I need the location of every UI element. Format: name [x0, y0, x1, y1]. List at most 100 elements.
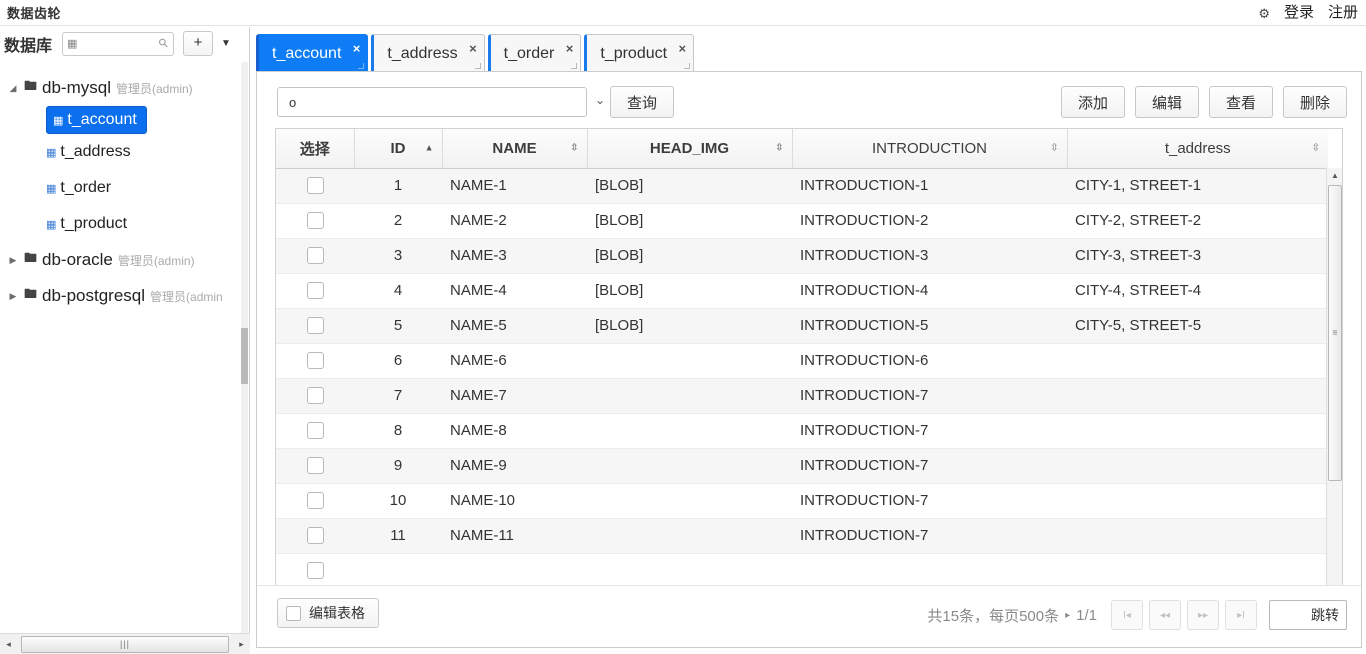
row-checkbox-cell[interactable]	[276, 448, 354, 484]
close-icon[interactable]: ×	[469, 42, 477, 55]
search-icon[interactable]: ⚲	[156, 34, 172, 50]
tree-node-t-account[interactable]: ▦ t_account	[46, 106, 147, 134]
row-checkbox-cell[interactable]	[276, 413, 354, 449]
scrollbar-thumb[interactable]: ≡	[1328, 185, 1342, 481]
column-header-head-img[interactable]: HEAD_IMG ⇳	[587, 129, 793, 169]
column-header-id[interactable]: ID ▲	[354, 129, 443, 169]
table-row[interactable]	[276, 553, 1328, 589]
row-checkbox-cell[interactable]	[276, 518, 354, 554]
expand-twisty-icon[interactable]: ▶	[2, 291, 24, 302]
scrollbar-thumb[interactable]: |||	[21, 635, 229, 653]
grid-vertical-scrollbar[interactable]: ▲ ≡ ▼	[1326, 168, 1342, 603]
pagination-caret-icon[interactable]: ▸	[1065, 610, 1070, 621]
tree-node-t-address[interactable]: ▦ t_address	[0, 134, 243, 170]
sort-icon[interactable]: ⇳	[1050, 143, 1058, 153]
sidebar-horizontal-scrollbar[interactable]: ◂ ||| ▸	[0, 633, 250, 654]
tree-node-db-oracle[interactable]: ▶ 🖿 db-oracle 管理员(admin)	[0, 242, 243, 278]
row-checkbox-cell[interactable]	[276, 378, 354, 414]
sort-icon[interactable]: ⇳	[1312, 143, 1320, 153]
prev-page-button[interactable]: ◂◂	[1149, 600, 1181, 630]
tree-node-t-product[interactable]: ▦ t_product	[0, 206, 243, 242]
table-row[interactable]: 7 NAME-7 INTRODUCTION-7	[276, 378, 1328, 414]
row-checkbox[interactable]	[306, 282, 324, 300]
page-jump-input[interactable]	[1270, 601, 1310, 629]
close-icon[interactable]: ×	[678, 42, 686, 55]
sidebar-vertical-scrollbar[interactable]	[241, 62, 248, 647]
table-row[interactable]: 2 NAME-2 [BLOB] INTRODUCTION-2 CITY-2, S…	[276, 203, 1328, 239]
query-search-box[interactable]	[277, 87, 587, 117]
scrollbar-track[interactable]: |||	[17, 635, 233, 654]
query-button[interactable]: 查询	[610, 86, 674, 118]
gear-icon[interactable]: ⚙	[1258, 7, 1270, 20]
database-search[interactable]: ▦ ⚲	[62, 31, 175, 56]
column-header-introduction[interactable]: INTRODUCTION ⇳	[792, 129, 1068, 169]
scrollbar-thumb[interactable]	[241, 328, 248, 384]
chevron-down-icon[interactable]: ▼	[221, 38, 231, 49]
table-row[interactable]: 5 NAME-5 [BLOB] INTRODUCTION-5 CITY-5, S…	[276, 308, 1328, 344]
table-row[interactable]: 4 NAME-4 [BLOB] INTRODUCTION-4 CITY-4, S…	[276, 273, 1328, 309]
table-row[interactable]: 8 NAME-8 INTRODUCTION-7	[276, 413, 1328, 449]
table-row[interactable]: 3 NAME-3 [BLOB] INTRODUCTION-3 CITY-3, S…	[276, 238, 1328, 274]
row-checkbox[interactable]	[306, 317, 324, 335]
row-checkbox-cell[interactable]	[276, 168, 354, 204]
delete-button[interactable]: 删除	[1283, 86, 1347, 118]
edit-button[interactable]: 编辑	[1135, 86, 1199, 118]
sort-icon[interactable]: ⇳	[775, 143, 783, 153]
tree-node-db-mysql[interactable]: ◢ 🖿 db-mysql 管理员(admin)	[0, 70, 243, 106]
first-page-button[interactable]: I◂	[1111, 600, 1143, 630]
row-checkbox[interactable]	[306, 387, 324, 405]
tab-t-address[interactable]: t_address ×	[371, 34, 485, 72]
scroll-right-icon[interactable]: ▸	[233, 635, 250, 654]
last-page-button[interactable]: ▸I	[1225, 600, 1257, 630]
expand-twisty-icon[interactable]: ▶	[2, 255, 24, 266]
chevron-down-icon[interactable]: ⌄	[595, 93, 605, 107]
register-link[interactable]: 注册	[1328, 1, 1358, 22]
tab-t-account[interactable]: t_account ×	[256, 34, 369, 72]
tab-t-product[interactable]: t_product ×	[584, 34, 695, 72]
add-button[interactable]: 添加	[1061, 86, 1125, 118]
close-icon[interactable]: ×	[353, 42, 361, 55]
row-checkbox-cell[interactable]	[276, 553, 354, 589]
column-header-name[interactable]: NAME ⇳	[442, 129, 588, 169]
row-checkbox-cell[interactable]	[276, 483, 354, 519]
sort-ascending-icon[interactable]: ▲	[425, 143, 434, 153]
view-button[interactable]: 查看	[1209, 86, 1273, 118]
tree-node-t-order[interactable]: ▦ t_order	[0, 170, 243, 206]
table-row[interactable]: 9 NAME-9 INTRODUCTION-7	[276, 448, 1328, 484]
table-row[interactable]: 10 NAME-10 INTRODUCTION-7	[276, 483, 1328, 519]
login-link[interactable]: 登录	[1284, 1, 1314, 22]
row-checkbox[interactable]	[306, 527, 324, 545]
scroll-up-icon[interactable]: ▲	[1327, 168, 1342, 183]
table-row[interactable]: 6 NAME-6 INTRODUCTION-6	[276, 343, 1328, 379]
column-header-t-address[interactable]: t_address ⇳	[1067, 129, 1328, 169]
row-checkbox-cell[interactable]	[276, 343, 354, 379]
row-checkbox[interactable]	[306, 562, 324, 580]
row-checkbox[interactable]	[306, 457, 324, 475]
edit-table-checkbox[interactable]	[286, 605, 301, 621]
row-checkbox[interactable]	[306, 247, 324, 265]
tab-t-order[interactable]: t_order ×	[487, 34, 582, 72]
row-checkbox[interactable]	[306, 492, 324, 510]
scroll-left-icon[interactable]: ◂	[0, 635, 17, 654]
row-checkbox-cell[interactable]	[276, 308, 354, 344]
database-search-input[interactable]	[77, 33, 150, 54]
row-checkbox-cell[interactable]	[276, 273, 354, 309]
edit-table-button[interactable]: 编辑表格	[277, 598, 379, 628]
page-jump[interactable]: 跳转	[1269, 600, 1347, 630]
row-checkbox-cell[interactable]	[276, 238, 354, 274]
row-checkbox[interactable]	[306, 177, 324, 195]
next-page-button[interactable]: ▸▸	[1187, 600, 1219, 630]
expand-twisty-icon[interactable]: ◢	[2, 83, 24, 94]
query-search-input[interactable]	[287, 89, 577, 115]
row-checkbox-cell[interactable]	[276, 203, 354, 239]
row-checkbox[interactable]	[306, 422, 324, 440]
page-jump-button[interactable]: 跳转	[1311, 605, 1346, 625]
table-row[interactable]: 1 NAME-1 [BLOB] INTRODUCTION-1 CITY-1, S…	[276, 168, 1328, 204]
column-header-select[interactable]: 选择	[276, 129, 355, 169]
row-checkbox[interactable]	[306, 212, 324, 230]
row-checkbox[interactable]	[306, 352, 324, 370]
sort-icon[interactable]: ⇳	[570, 143, 578, 153]
add-database-button[interactable]: +	[183, 31, 214, 56]
table-row[interactable]: 11 NAME-11 INTRODUCTION-7	[276, 518, 1328, 554]
tree-node-db-postgresql[interactable]: ▶ 🖿 db-postgresql 管理员(admin	[0, 278, 243, 314]
